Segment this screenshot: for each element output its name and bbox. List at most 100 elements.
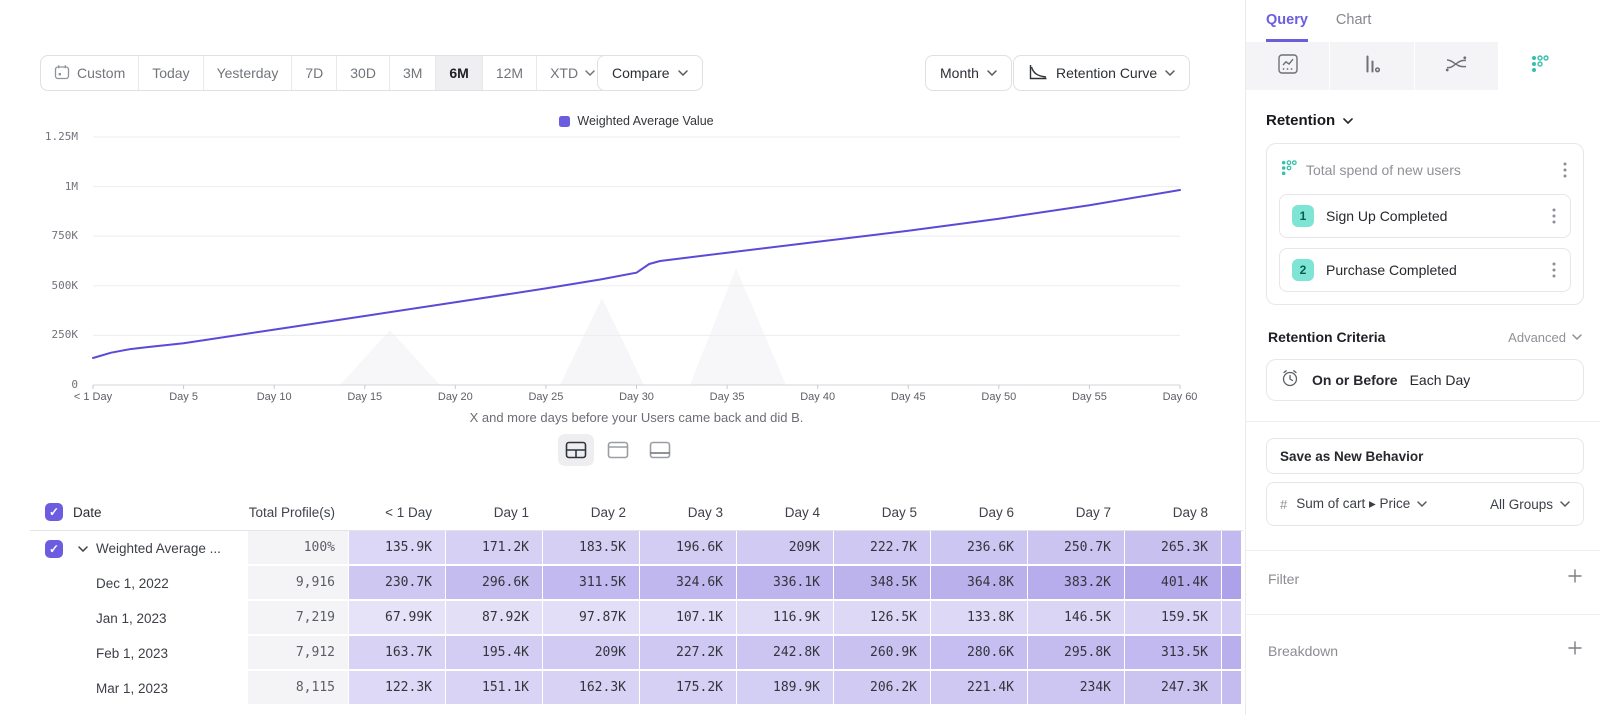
table-row[interactable]: Dec 1, 20229,916230.7K296.6K311.5K324.6K… [30, 566, 1243, 601]
report-type-tabs [1246, 42, 1582, 90]
x-tick-label: Day 5 [169, 391, 198, 403]
retention-value-cell: 126.5K [833, 601, 930, 636]
query-builder-sidebar: Query Chart Retention Total spend of new… [1245, 0, 1600, 715]
cell-value: 401.4K [1161, 575, 1208, 590]
chart-type-label: Retention Curve [1056, 65, 1157, 81]
groups-dropdown[interactable]: All Groups [1490, 497, 1570, 512]
retention-report-screen: CustomTodayYesterday7D30D3M6M12MXTD Comp… [0, 0, 1600, 715]
row-total-cell: 100% [248, 531, 348, 566]
table-bottom-view-toggle[interactable] [642, 434, 678, 466]
plus-icon[interactable] [1568, 641, 1582, 660]
row-checkbox[interactable]: ✓ [45, 540, 63, 558]
retention-window-card[interactable]: On or Before Each Day [1266, 359, 1584, 401]
chart-top-view-toggle[interactable] [600, 434, 636, 466]
cell-value: 221.4K [967, 680, 1014, 695]
table-row[interactable]: ✓Weighted Average ...100%135.9K171.2K183… [30, 531, 1243, 566]
cell-value: 87.92K [482, 610, 529, 625]
cell-value: 236.6K [967, 540, 1014, 555]
calendar-icon [54, 64, 70, 83]
cell-value: 183.5K [579, 540, 626, 555]
row-label: Dec 1, 2022 [96, 576, 169, 591]
x-tick-label: Day 35 [710, 391, 745, 403]
x-tick-label: Day 25 [528, 391, 563, 403]
retention-value-cell: 195.4K [445, 636, 542, 671]
chart-legend: Weighted Average Value [93, 114, 1180, 128]
column-header-label: Day 2 [591, 505, 626, 520]
date-range-3m[interactable]: 3M [390, 56, 436, 90]
table-body: ✓Weighted Average ...100%135.9K171.2K183… [30, 531, 1243, 706]
measure-property-dropdown[interactable]: Sum of cart ▸ Price [1296, 496, 1481, 512]
granularity-dropdown[interactable]: Month [925, 55, 1012, 91]
tab-query[interactable]: Query [1266, 12, 1308, 42]
retention-value-cell: 133.8K [930, 601, 1027, 636]
advanced-dropdown[interactable]: Advanced [1508, 330, 1582, 345]
chart-type-dropdown[interactable]: Retention Curve [1013, 55, 1190, 91]
retention-value-cell: 401.4K [1124, 566, 1221, 601]
compare-button[interactable]: Compare [597, 55, 703, 91]
report-tab-flows[interactable] [1415, 42, 1498, 90]
retention-value-cell: 206.2K [833, 671, 930, 706]
cell-value: 171.2K [482, 540, 529, 555]
retention-criteria-row: Retention Criteria Advanced [1268, 329, 1582, 345]
kebab-menu-icon[interactable] [1550, 206, 1558, 226]
legend-swatch [559, 116, 570, 127]
cell-value: 151.1K [482, 680, 529, 695]
filter-section[interactable]: Filter [1266, 551, 1584, 606]
each-day-dropdown[interactable]: Each Day [1410, 372, 1471, 388]
report-tab-funnels[interactable] [1330, 42, 1413, 90]
date-range-6m[interactable]: 6M [436, 56, 482, 90]
column-header-label: Date [73, 505, 102, 520]
on-or-before-label[interactable]: On or Before [1312, 372, 1398, 388]
split-view-toggle[interactable] [558, 434, 594, 466]
legend-item-weighted-average[interactable]: Weighted Average Value [559, 114, 713, 128]
retention-value-cell: 265.3K [1124, 531, 1221, 566]
report-tab-retention[interactable] [1499, 42, 1582, 90]
tab-chart[interactable]: Chart [1336, 12, 1371, 42]
table-row[interactable]: Mar 1, 20238,115122.3K151.1K162.3K175.2K… [30, 671, 1243, 706]
retention-value-cell: 175.2K [639, 671, 736, 706]
date-range-7d[interactable]: 7D [292, 56, 337, 90]
retention-value-cell: 116.9K [736, 601, 833, 636]
column-header-label: Day 7 [1076, 505, 1111, 520]
report-tab-insights[interactable] [1246, 42, 1329, 90]
date-range-30d[interactable]: 30D [337, 56, 390, 90]
date-range-yesterday[interactable]: Yesterday [204, 56, 293, 90]
measure-property-label: Sum of cart ▸ Price [1296, 496, 1410, 512]
table-row[interactable]: Feb 1, 20237,912163.7K195.4K209K227.2K24… [30, 636, 1243, 671]
save-as-new-behavior-button[interactable]: Save as New Behavior [1266, 438, 1584, 474]
x-tick-label: Day 30 [619, 391, 654, 403]
retention-value-cell: 196.6K [639, 531, 736, 566]
behavior-step-1[interactable]: 1Sign Up Completed [1279, 194, 1571, 238]
retention-value-cell: 313.5K [1124, 636, 1221, 671]
behavior-step-2[interactable]: 2Purchase Completed [1279, 248, 1571, 292]
plus-icon[interactable] [1568, 569, 1582, 588]
column-header-label: Total Profile(s) [249, 505, 335, 520]
retention-value-cell: 348.5K [833, 566, 930, 601]
row-total-cell: 7,219 [248, 601, 348, 636]
cell-value: 195.4K [482, 645, 529, 660]
date-range-custom[interactable]: Custom [41, 56, 139, 90]
clipped-next-column [1221, 636, 1241, 671]
table-row[interactable]: Jan 1, 20237,21967.99K87.92K97.87K107.1K… [30, 601, 1243, 636]
x-tick-label: Day 60 [1163, 391, 1198, 403]
clipped-next-column [1221, 671, 1241, 706]
x-tick-label: Day 50 [981, 391, 1016, 403]
row-checkbox[interactable]: ✓ [45, 503, 63, 521]
date-range-today[interactable]: Today [139, 56, 203, 90]
row-total-cell: 7,912 [248, 636, 348, 671]
kebab-menu-icon[interactable] [1550, 260, 1558, 280]
cell-value: 175.2K [676, 680, 723, 695]
cell-value: 122.3K [385, 680, 432, 695]
date-range-12m[interactable]: 12M [483, 56, 537, 90]
column-header-col4: Day 2 [542, 494, 639, 530]
retention-section-header[interactable]: Retention [1266, 112, 1584, 129]
x-tick-label: Day 55 [1072, 391, 1107, 403]
behavior-title: Total spend of new users [1306, 162, 1552, 178]
breakdown-section[interactable]: Breakdown [1266, 615, 1584, 678]
legend-label: Weighted Average Value [577, 114, 713, 128]
chevron-down-icon [1417, 501, 1427, 507]
chevron-down-icon[interactable] [78, 546, 88, 552]
retention-value-cell: 280.6K [930, 636, 1027, 671]
chevron-down-icon [678, 70, 688, 76]
kebab-menu-icon[interactable] [1561, 160, 1569, 180]
